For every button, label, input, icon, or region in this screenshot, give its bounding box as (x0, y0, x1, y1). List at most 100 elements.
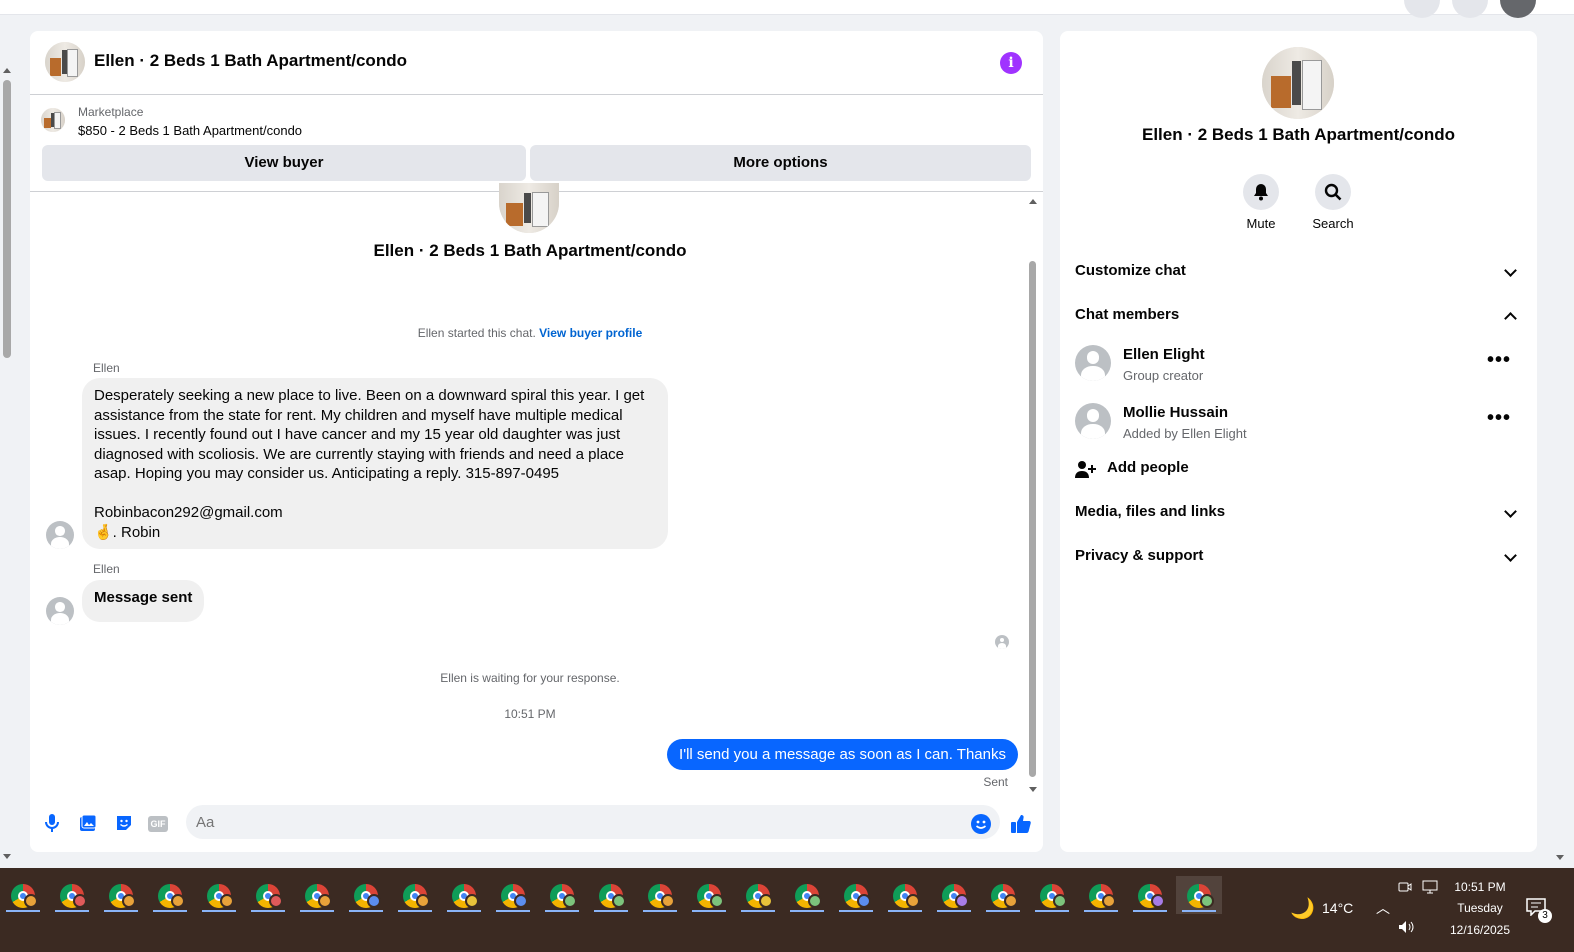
volume-icon[interactable] (1398, 920, 1416, 937)
moon-icon[interactable]: 🌙 (1290, 896, 1315, 921)
view-buyer-profile-link[interactable]: View buyer profile (539, 326, 642, 340)
taskbar-chrome-window[interactable] (980, 876, 1026, 914)
add-people-button[interactable]: Add people (1075, 450, 1525, 486)
chevron-up-icon[interactable]: ︿ (1376, 898, 1390, 918)
media-files-section[interactable]: Media, files and links (1075, 494, 1525, 530)
running-indicator (937, 910, 971, 912)
search-icon[interactable] (1315, 174, 1351, 210)
taskbar-chrome-window[interactable] (490, 876, 536, 914)
message-timestamp: 10:51 PM (504, 707, 556, 721)
message-list[interactable]: Ellen · 2 Beds 1 Bath Apartment/condo El… (30, 183, 1043, 793)
mute-button[interactable]: Mute (1231, 174, 1291, 231)
message-scrollbar[interactable] (1028, 199, 1038, 792)
microphone-icon[interactable] (41, 813, 63, 835)
taskbar-chrome-window[interactable] (1078, 876, 1124, 914)
listing-price-title[interactable]: $850 - 2 Beds 1 Bath Apartment/condo (78, 123, 302, 138)
chat-title[interactable]: Ellen · 2 Beds 1 Bath Apartment/condo (94, 51, 407, 71)
network-icon[interactable] (1422, 880, 1438, 897)
taskbar-chrome-window[interactable] (637, 876, 683, 914)
profile-badge-icon (1102, 894, 1116, 908)
running-indicator (6, 910, 40, 912)
sender-avatar[interactable] (46, 521, 74, 549)
profile-badge-icon (318, 894, 332, 908)
running-indicator (447, 910, 481, 912)
chat-avatar[interactable] (45, 42, 85, 82)
bell-icon[interactable] (1243, 174, 1279, 210)
profile-badge-icon (857, 894, 871, 908)
taskbar-chrome-window[interactable] (686, 876, 732, 914)
account-avatar[interactable] (1500, 0, 1536, 18)
more-options-icon[interactable]: ••• (1487, 407, 1511, 430)
incoming-message[interactable]: Desperately seeking a new place to live.… (82, 378, 668, 549)
taskbar-chrome-window[interactable] (245, 876, 291, 914)
taskbar-chrome-window[interactable] (539, 876, 585, 914)
clock-time[interactable]: 10:51 PM (1450, 880, 1510, 894)
gif-icon[interactable]: GIF (148, 813, 170, 835)
scrollbar-thumb[interactable] (3, 80, 11, 358)
scroll-up-icon[interactable] (3, 68, 11, 73)
clock-day[interactable]: Tuesday (1450, 901, 1510, 915)
taskbar-chrome-window[interactable] (735, 876, 781, 914)
incoming-message[interactable]: Message sent (82, 580, 205, 622)
page-scrollbar[interactable] (0, 66, 14, 866)
scroll-down-icon[interactable] (1029, 787, 1037, 792)
chat-members-section[interactable]: Chat members (1075, 297, 1525, 333)
taskbar-chrome-window[interactable] (49, 876, 95, 914)
taskbar-chrome-window[interactable] (588, 876, 634, 914)
scroll-up-icon[interactable] (1029, 199, 1037, 204)
scrollbar-thumb[interactable] (1029, 261, 1036, 777)
taskbar-chrome-window[interactable] (784, 876, 830, 914)
more-options-button[interactable]: More options (530, 145, 1031, 181)
taskbar-chrome-window[interactable] (98, 876, 144, 914)
profile-badge-icon (220, 894, 234, 908)
window-scrollbar[interactable] (1553, 17, 1567, 867)
sender-avatar[interactable] (46, 597, 74, 625)
view-buyer-button[interactable]: View buyer (42, 145, 526, 181)
privacy-support-section[interactable]: Privacy & support (1075, 538, 1525, 574)
camera-icon[interactable] (1398, 880, 1412, 897)
customize-chat-section[interactable]: Customize chat (1075, 253, 1525, 289)
member-item[interactable]: Ellen Elight Group creator ••• (1075, 343, 1525, 393)
taskbar-chrome-window[interactable] (294, 876, 340, 914)
member-item[interactable]: Mollie Hussain Added by Ellen Elight ••• (1075, 401, 1525, 451)
listing-thumbnail[interactable] (41, 108, 65, 132)
photo-icon[interactable] (77, 813, 99, 835)
info-icon[interactable]: i (1000, 52, 1022, 74)
taskbar-chrome-window[interactable] (147, 876, 193, 914)
outgoing-message[interactable]: I'll send you a message as soon as I can… (667, 739, 1018, 770)
taskbar-chrome-window[interactable] (441, 876, 487, 914)
notifications-icon[interactable] (1452, 0, 1488, 18)
member-role: Added by Ellen Elight (1123, 426, 1247, 441)
weather-temperature[interactable]: 14°C (1322, 900, 1353, 916)
taskbar-chrome-window[interactable] (882, 876, 928, 914)
taskbar-chrome-window[interactable] (1127, 876, 1173, 914)
taskbar-chrome-window[interactable] (392, 876, 438, 914)
taskbar-chrome-window[interactable] (343, 876, 389, 914)
member-avatar[interactable] (1075, 403, 1111, 439)
message-line: Robinbacon292@gmail.com (94, 504, 283, 521)
taskbar-chrome-window[interactable] (931, 876, 977, 914)
emoji-icon[interactable] (970, 813, 992, 835)
search-button[interactable]: Search (1303, 174, 1363, 231)
profile-badge-icon (171, 894, 185, 908)
member-name[interactable]: Mollie Hussain (1123, 404, 1228, 421)
taskbar-chrome-window[interactable] (1029, 876, 1075, 914)
thumbs-up-icon[interactable] (1010, 813, 1032, 835)
menu-icon[interactable] (1404, 0, 1440, 18)
more-options-icon[interactable]: ••• (1487, 349, 1511, 372)
details-avatar[interactable] (1262, 47, 1334, 119)
media-files-label: Media, files and links (1075, 503, 1226, 520)
member-name[interactable]: Ellen Elight (1123, 346, 1205, 363)
taskbar-chrome-window[interactable] (196, 876, 242, 914)
taskbar-chrome-window[interactable] (1176, 876, 1222, 914)
scroll-down-icon[interactable] (3, 854, 11, 859)
scroll-down-icon[interactable] (1556, 855, 1564, 860)
message-input[interactable] (186, 805, 1000, 839)
member-avatar[interactable] (1075, 345, 1111, 381)
clock-date[interactable]: 12/16/2025 (1440, 923, 1520, 937)
sticker-icon[interactable] (113, 813, 135, 835)
taskbar-chrome-window[interactable] (833, 876, 879, 914)
sent-status: Sent (983, 775, 1008, 789)
profile-badge-icon (612, 894, 626, 908)
taskbar-app-profile[interactable] (0, 876, 46, 914)
